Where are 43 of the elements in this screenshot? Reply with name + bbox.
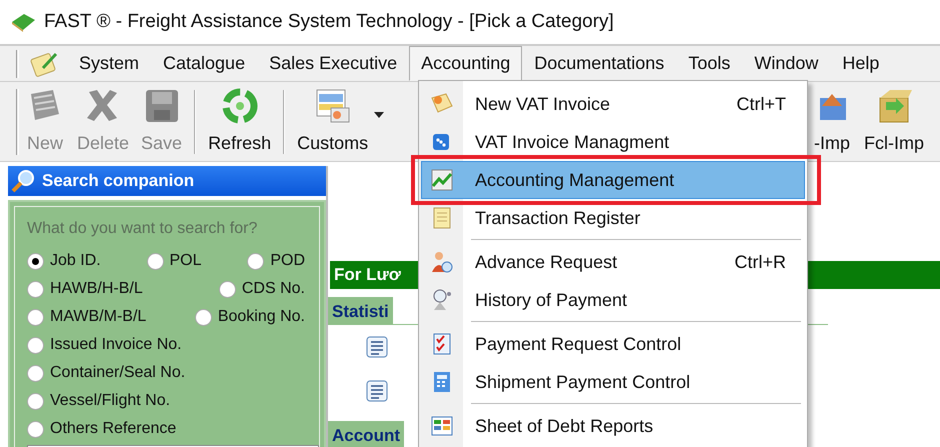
menu-item[interactable]: Sheet of Debt Reports bbox=[421, 407, 805, 445]
menu-item[interactable]: Accounting Management bbox=[421, 161, 805, 199]
list-icon bbox=[366, 336, 388, 358]
radio-option[interactable]: Vessel/Flight No. bbox=[27, 387, 170, 415]
radio-option[interactable]: MAWB/M-B/L bbox=[27, 303, 146, 331]
radio-option[interactable]: HAWB/H-B/L bbox=[27, 275, 143, 303]
panel-title: Search companion bbox=[42, 170, 194, 192]
menu-icon bbox=[430, 250, 454, 274]
menu-item[interactable]: Transaction Register bbox=[421, 199, 805, 237]
menu-item[interactable]: New VAT Invoice Ctrl+T bbox=[421, 85, 805, 123]
radio-option[interactable]: Job ID. bbox=[27, 247, 101, 275]
refresh-icon bbox=[220, 86, 260, 126]
menu-item[interactable]: Documentations bbox=[522, 46, 676, 81]
menu-item[interactable]: Payment Request Control bbox=[421, 325, 805, 363]
app-logo-icon bbox=[10, 12, 36, 32]
menu-item[interactable]: Window bbox=[742, 46, 830, 81]
radio-option[interactable]: Others Reference bbox=[27, 415, 176, 443]
window-title: FAST ® - Freight Assistance System Technology - [Pick a Category] bbox=[44, 10, 614, 34]
radio-option[interactable]: Container/Seal No. bbox=[27, 359, 186, 387]
search-question: What do you want to search for? bbox=[27, 219, 258, 239]
menu-icon bbox=[430, 168, 454, 192]
list-icon bbox=[366, 380, 388, 402]
section-header: Statisti bbox=[328, 297, 393, 325]
menu-item[interactable]: Accounting bbox=[409, 46, 522, 81]
menu-item[interactable]: System bbox=[67, 46, 152, 81]
shortcut-text: Ctrl+T bbox=[736, 92, 787, 116]
menu-item[interactable]: Tools bbox=[676, 46, 742, 81]
search-icon bbox=[10, 168, 36, 194]
menu-icon bbox=[430, 414, 454, 438]
radio-option[interactable]: CDS No. bbox=[218, 275, 305, 303]
radio-option[interactable]: POD bbox=[247, 247, 305, 275]
toolbar-button[interactable]: Fcl-Imp bbox=[858, 82, 930, 161]
radio-option[interactable]: POL bbox=[146, 247, 202, 275]
radio-option[interactable]: Issued Invoice No. bbox=[27, 331, 182, 359]
menu-item[interactable]: Shipment Payment Control bbox=[421, 363, 805, 401]
toolbar-button[interactable]: Refresh bbox=[202, 82, 278, 161]
section-header: Account bbox=[328, 421, 404, 447]
caret-icon bbox=[374, 112, 384, 118]
menu-item[interactable]: Help bbox=[830, 46, 892, 81]
menu-item[interactable]: Sales Executive bbox=[257, 46, 410, 81]
toolbar-button[interactable]: Customs bbox=[291, 82, 386, 161]
radio-option[interactable]: Booking No. bbox=[194, 303, 305, 331]
menu-item[interactable]: Catalogue bbox=[151, 46, 258, 81]
